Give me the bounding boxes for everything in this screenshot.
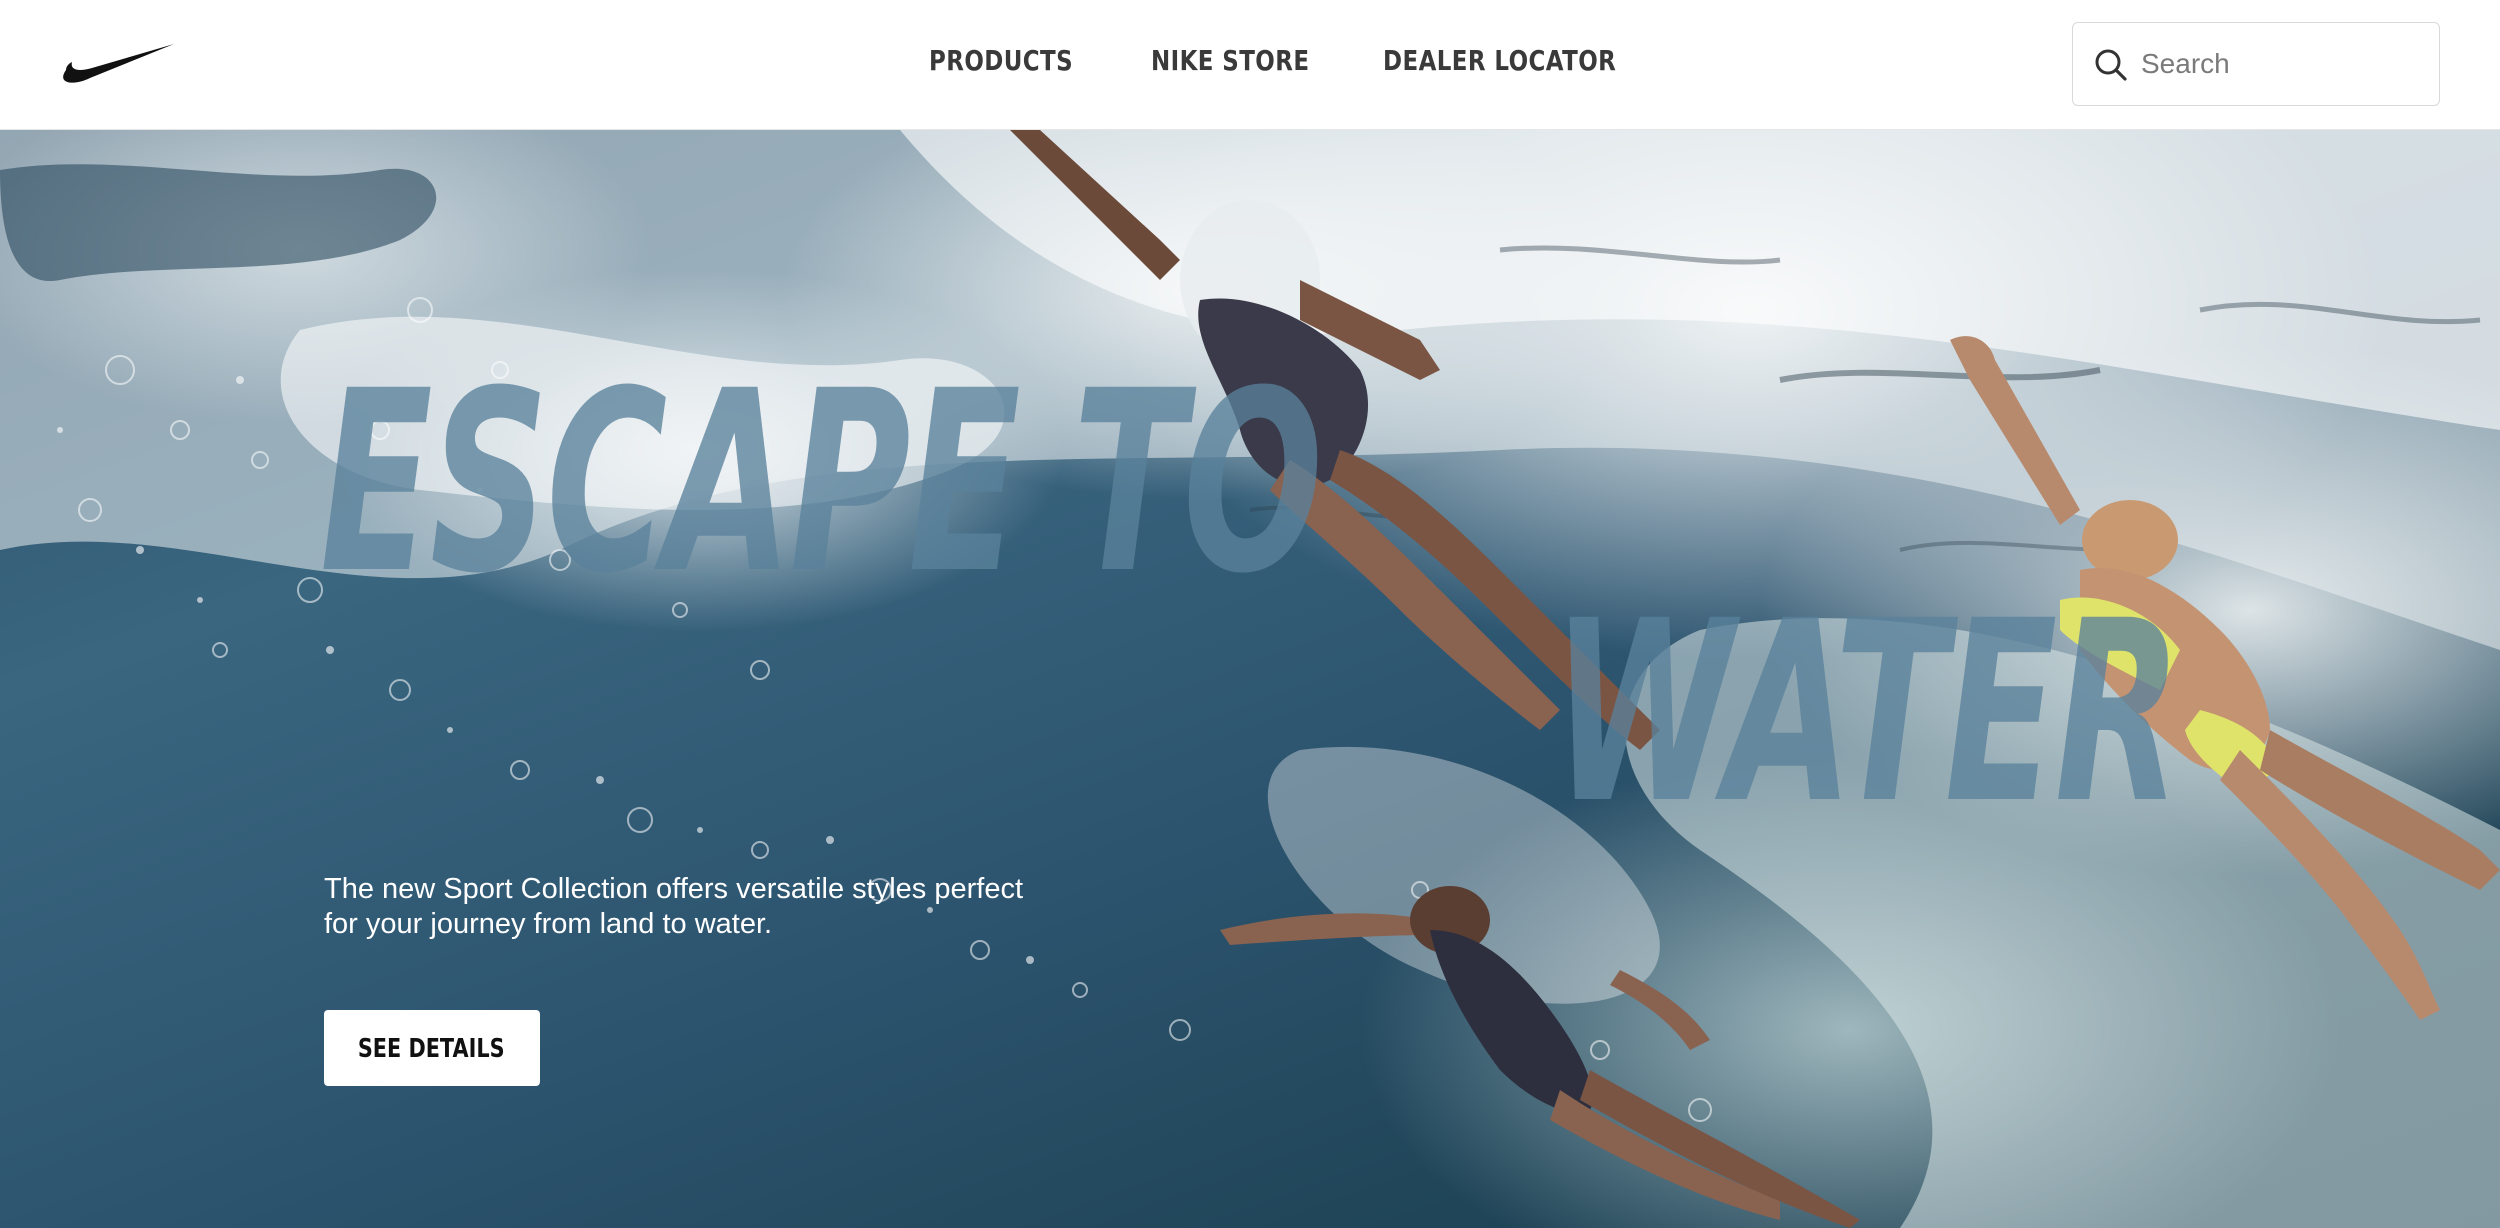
hero-headline-line1: ESCAPE TO <box>320 337 1323 628</box>
search-box[interactable] <box>2072 22 2440 106</box>
search-icon[interactable] <box>2093 47 2129 83</box>
see-details-label: SEE DETAILS <box>357 1034 505 1064</box>
hero-banner: ESCAPE TO WATER The new Sport Collection… <box>0 130 2500 1228</box>
nav-item-nike-store[interactable]: NIKE STORE <box>1151 44 1309 77</box>
nav-item-dealer-locator[interactable]: DEALER LOCATOR <box>1383 44 1616 77</box>
hero-description: The new Sport Collection offers versatil… <box>324 873 1024 940</box>
swoosh-logo-icon[interactable] <box>60 40 175 84</box>
hero-headline-line2: WATER <box>1552 567 2182 858</box>
site-header: PRODUCTS NIKE STORE DEALER LOCATOR <box>0 0 2500 130</box>
nav-item-products[interactable]: PRODUCTS <box>929 44 1073 77</box>
see-details-button[interactable]: SEE DETAILS <box>324 1010 540 1086</box>
search-input[interactable] <box>2141 43 2421 85</box>
